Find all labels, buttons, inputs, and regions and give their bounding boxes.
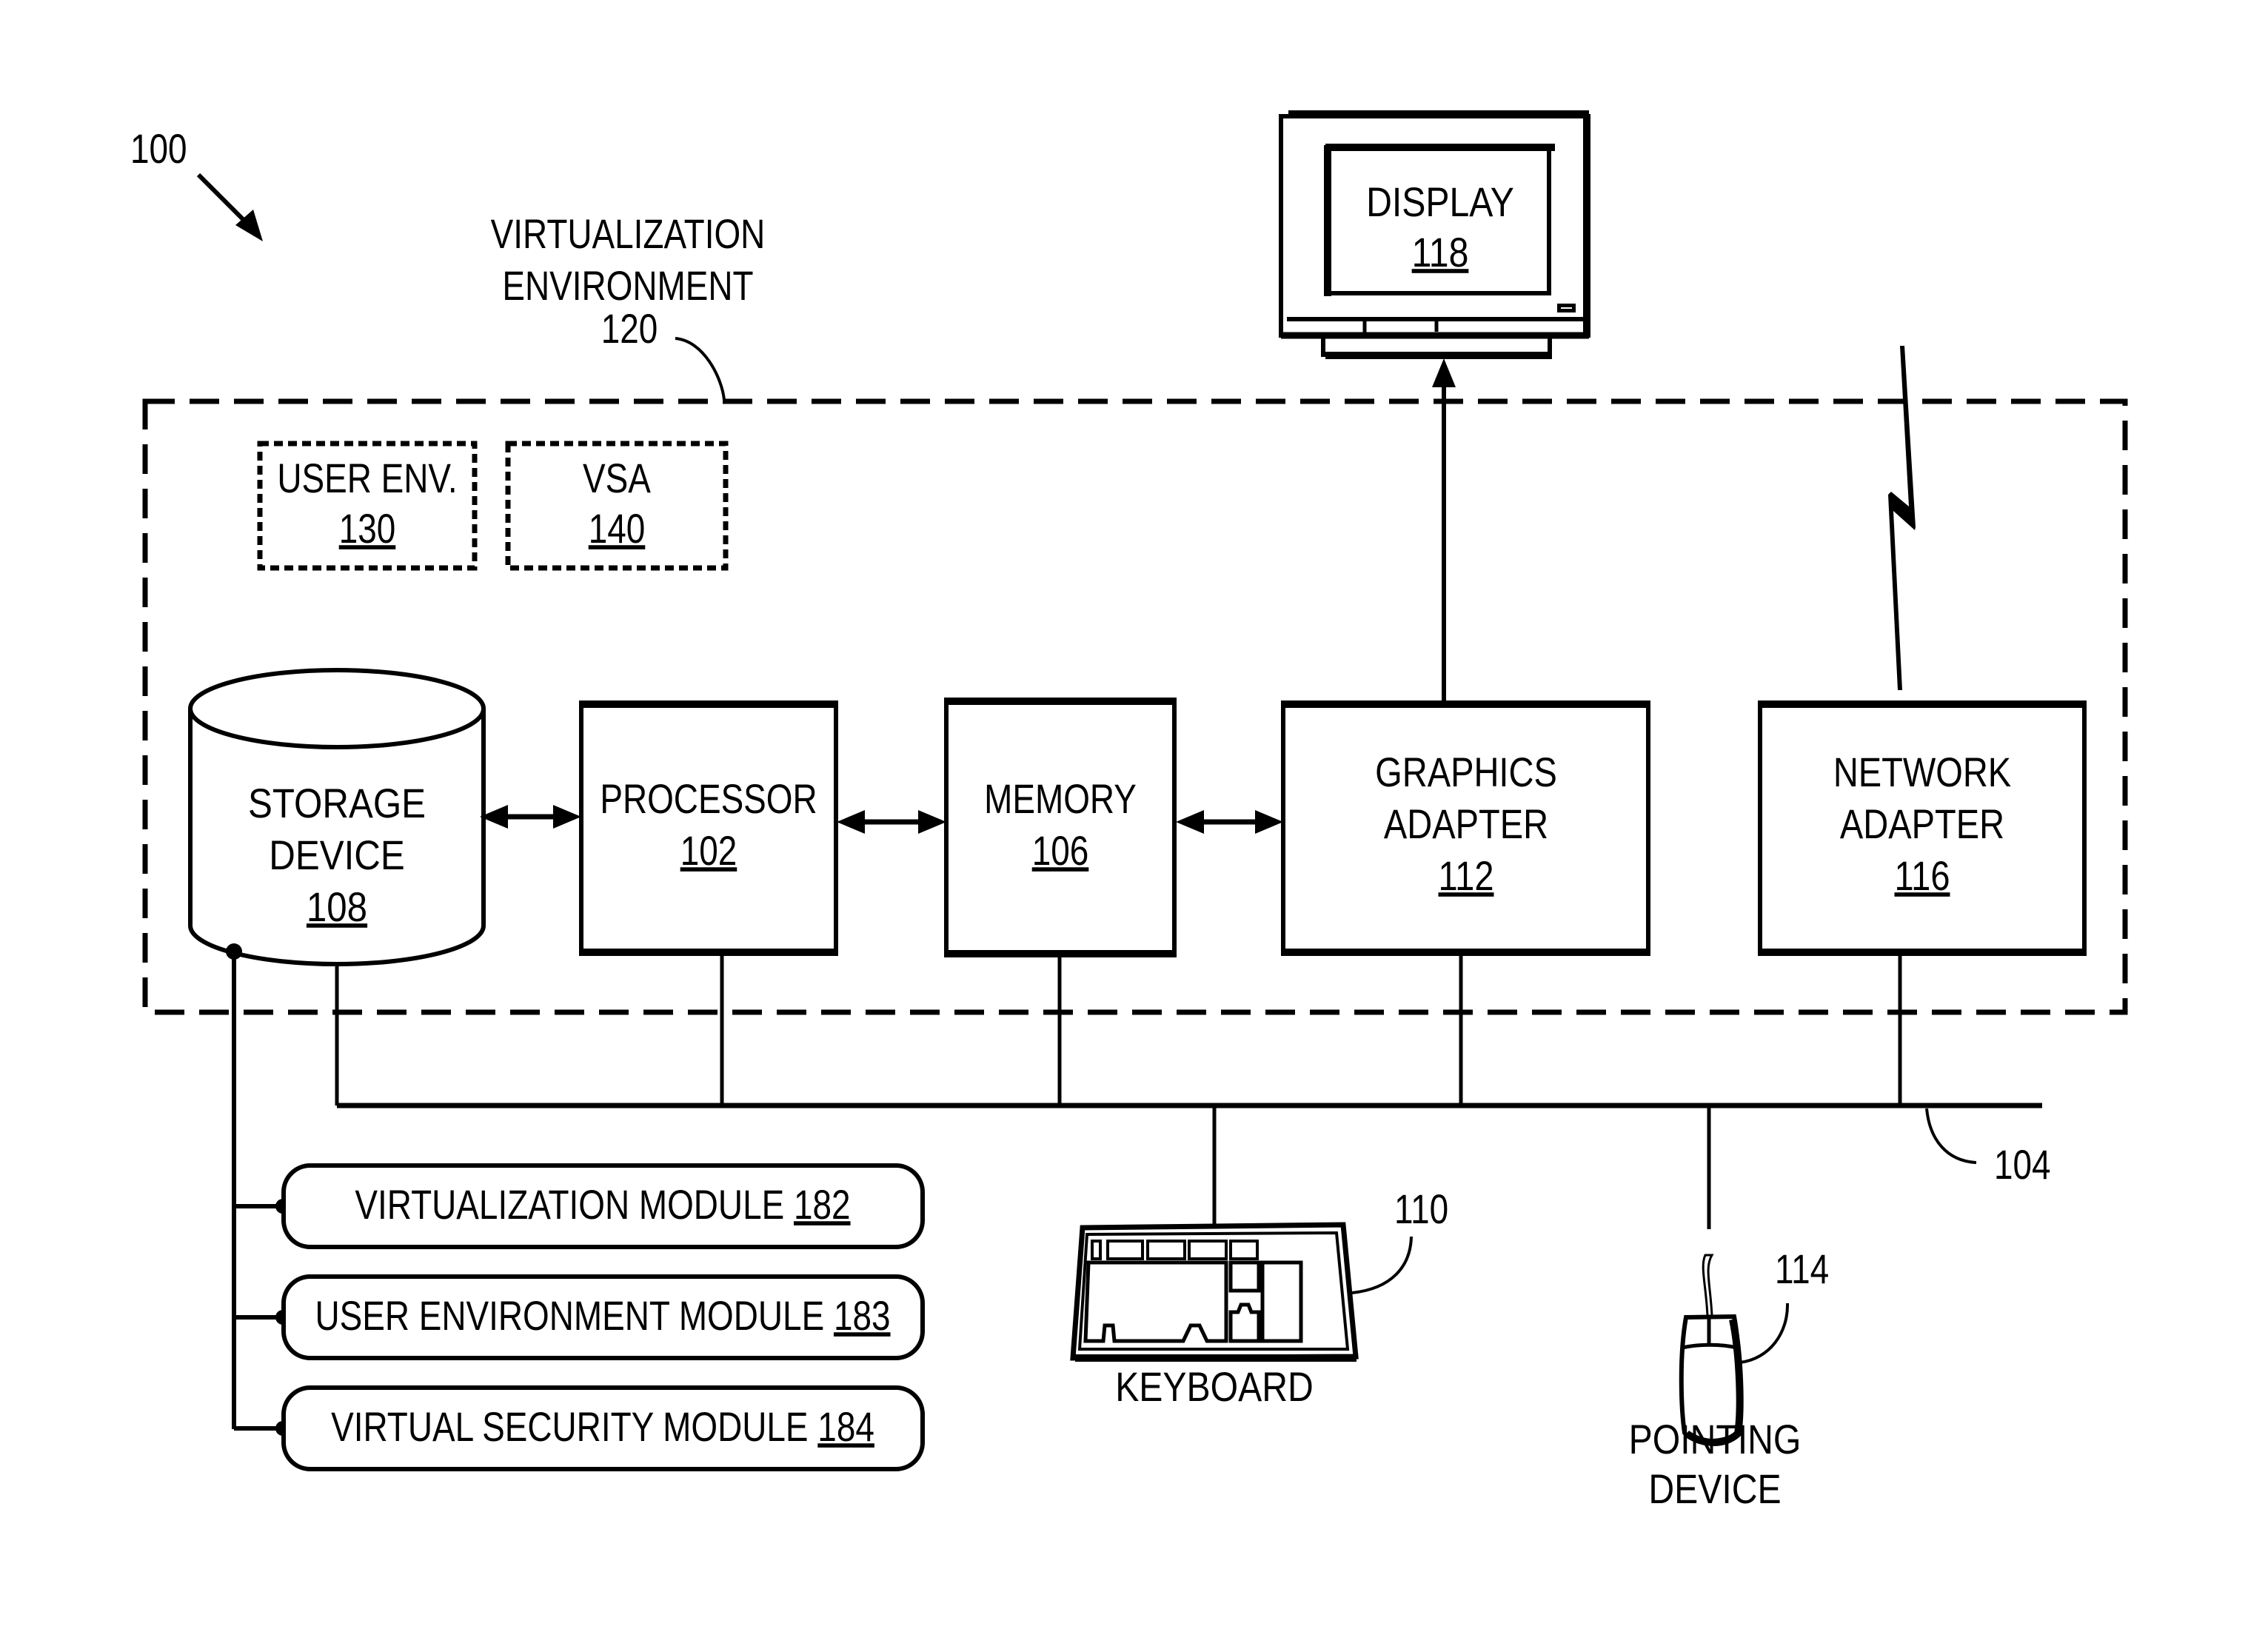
arrow-graphics-display-icon — [1432, 358, 1456, 700]
network-label-line2: ADAPTER — [1840, 800, 2004, 847]
storage-device[interactable]: STORAGE DEVICE 108 — [188, 668, 486, 966]
virt-env-leader-line — [675, 337, 726, 401]
arrow-memory-graphics-icon — [1176, 810, 1283, 834]
virtualization-environment-label: VIRTUALIZATION ENVIRONMENT 120 — [491, 211, 766, 401]
mouse-icon — [1679, 1254, 1744, 1446]
keyboard-icon — [1070, 1222, 1359, 1362]
wireless-lightning-icon — [1888, 346, 1916, 690]
network-label-line1: NETWORK — [1833, 749, 2011, 795]
graphics-ref: 112 — [1439, 852, 1494, 899]
bus-leader-line — [1925, 1108, 1977, 1164]
memory-box[interactable]: MEMORY 106 — [944, 698, 1177, 957]
graphics-label-line2: ADAPTER — [1384, 800, 1548, 847]
vsa-box[interactable]: VSA 140 — [505, 441, 729, 571]
memory-ref: 106 — [1032, 828, 1089, 874]
module-virtualization-label: VIRTUALIZATION MODULE 182 — [355, 1182, 850, 1228]
vsa-label: VSA — [583, 455, 652, 501]
module-virtual-security[interactable]: VIRTUAL SECURITY MODULE 184 — [281, 1385, 925, 1471]
user-env-box[interactable]: USER ENV. 130 — [257, 441, 478, 571]
storage-cylinder-top — [188, 668, 486, 749]
keyboard-leader-line — [1351, 1236, 1413, 1294]
graphics-adapter-box[interactable]: GRAPHICS ADAPTER 112 — [1281, 700, 1650, 956]
arrow-storage-processor-icon — [480, 805, 581, 829]
module-virtualization[interactable]: VIRTUALIZATION MODULE 182 — [281, 1163, 925, 1249]
module-user-environment-label: USER ENVIRONMENT MODULE 183 — [315, 1293, 890, 1339]
pointing-device[interactable]: 114 POINTING DEVICE — [1629, 1246, 1830, 1513]
pointing-label-line2: DEVICE — [1648, 1467, 1781, 1513]
mouse-leader-line — [1739, 1302, 1790, 1364]
bus-ref: 104 — [1994, 1142, 2051, 1188]
storage-ref: 108 — [307, 884, 367, 931]
vsa-ref: 140 — [589, 506, 646, 552]
graphics-label-line1: GRAPHICS — [1375, 749, 1557, 795]
virt-env-line1: VIRTUALIZATION — [491, 211, 766, 257]
storage-label-line2: DEVICE — [269, 832, 404, 879]
storage-label-line1: STORAGE — [248, 780, 426, 827]
pointing-label-line1: POINTING — [1629, 1417, 1802, 1463]
processor-label: PROCESSOR — [600, 776, 817, 822]
keyboard[interactable]: 110 KEYBOARD — [1070, 1186, 1448, 1411]
virt-env-ref: 120 — [601, 306, 658, 352]
module-user-environment[interactable]: USER ENVIRONMENT MODULE 183 — [281, 1274, 925, 1360]
module-virtual-security-label: VIRTUAL SECURITY MODULE 184 — [331, 1404, 874, 1450]
memory-label: MEMORY — [984, 776, 1137, 822]
keyboard-ref: 110 — [1394, 1186, 1448, 1232]
user-env-label: USER ENV. — [277, 455, 457, 501]
display-label: DISPLAY — [1366, 180, 1514, 226]
processor-ref: 102 — [680, 828, 737, 874]
display-ref: 118 — [1412, 230, 1469, 276]
network-adapter-box[interactable]: NETWORK ADAPTER 116 — [1758, 700, 2087, 956]
keyboard-label: KEYBOARD — [1115, 1365, 1314, 1411]
virt-env-line2: ENVIRONMENT — [502, 263, 753, 309]
figure-number: 100 — [130, 126, 187, 172]
figure-ref-100: 100 — [130, 126, 263, 241]
processor-box[interactable]: PROCESSOR 102 — [579, 700, 838, 956]
network-ref: 116 — [1895, 852, 1950, 899]
display-monitor[interactable]: DISPLAY 118 — [1279, 110, 1590, 359]
system-diagram: 100 VIRTUALIZATION ENVIRONMENT 120 USER … — [130, 110, 2128, 1513]
user-env-ref: 130 — [339, 506, 396, 552]
arrow-processor-memory-icon — [837, 810, 946, 834]
pointing-ref: 114 — [1775, 1246, 1829, 1292]
